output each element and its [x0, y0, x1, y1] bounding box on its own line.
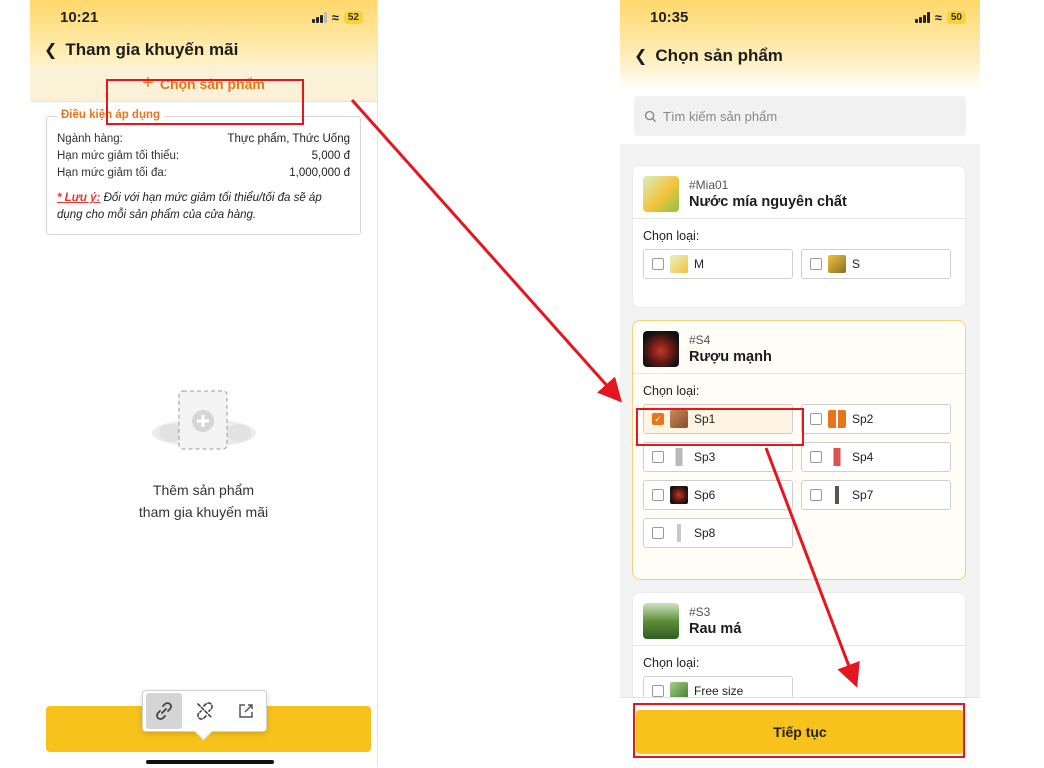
- nav-bar: ❮ Tham gia khuyến mãi: [30, 34, 377, 66]
- product-thumbnail: [643, 331, 679, 367]
- open-external-icon[interactable]: [228, 693, 264, 729]
- variant-option[interactable]: Sp8: [643, 518, 793, 548]
- search-placeholder: Tìm kiếm sản phẩm: [663, 108, 778, 124]
- variant-thumbnail: [828, 255, 846, 273]
- empty-state-line1: Thêm sản phẩm: [152, 482, 255, 498]
- product-code: #Mia01: [689, 178, 729, 192]
- checkbox[interactable]: [810, 258, 822, 270]
- variant-option[interactable]: Sp4: [801, 442, 951, 472]
- variant-thumbnail: [828, 448, 846, 466]
- battery-indicator: 50: [946, 10, 966, 24]
- checkbox[interactable]: [652, 258, 664, 270]
- variant-name: Sp4: [852, 450, 874, 464]
- product-name: Rượu mạnh: [689, 349, 772, 365]
- product-thumbnail: [643, 176, 679, 212]
- right-header: 10:35 ≈ 50 ❮ Chọn sản phẩm: [620, 0, 980, 90]
- condition-label: Ngành hàng:: [57, 133, 123, 145]
- wifi-icon: ≈: [331, 9, 339, 25]
- status-time: 10:21: [60, 8, 99, 26]
- arrow-to-product-list: [350, 99, 622, 403]
- checkbox[interactable]: [810, 413, 822, 425]
- variant-thumbnail: [670, 486, 688, 504]
- right-phone-screen: 10:35 ≈ 50 ❮ Chọn sản phẩm Tìm kiếm sản …: [620, 0, 980, 768]
- variant-label: Chọn loại:: [643, 656, 700, 670]
- checkbox[interactable]: [652, 527, 664, 539]
- unlink-icon[interactable]: [187, 693, 223, 729]
- condition-value: 5,000 đ: [311, 150, 350, 162]
- link-popover: [142, 690, 267, 732]
- variant-name: S: [852, 257, 861, 271]
- search-icon: [644, 110, 657, 122]
- product-name: Nước mía nguyên chất: [689, 194, 847, 210]
- variant-option[interactable]: Sp6: [643, 480, 793, 510]
- highlight-choose-product: [106, 79, 304, 125]
- condition-row: Hạn mức giảm tối thiểu: 5,000 đ: [57, 148, 350, 165]
- note-label: * Lưu ý:: [57, 192, 101, 204]
- status-bar: 10:21 ≈ 52: [30, 0, 377, 34]
- variant-name: Free size: [694, 684, 744, 698]
- variant-thumbnail: [670, 524, 688, 542]
- variant-thumbnail: [828, 486, 846, 504]
- product-code: #S3: [689, 605, 711, 619]
- variant-thumbnail: [670, 448, 688, 466]
- signal-icon: [311, 11, 327, 23]
- highlight-variant-sp1: [636, 408, 804, 446]
- condition-value: 1,000,000 đ: [289, 167, 350, 179]
- checkbox[interactable]: [652, 451, 664, 463]
- condition-label: Hạn mức giảm tối thiểu:: [57, 150, 180, 162]
- signal-icon: [914, 11, 930, 23]
- checkbox[interactable]: [810, 489, 822, 501]
- link-icon[interactable]: [145, 693, 182, 729]
- status-time: 10:35: [650, 8, 689, 26]
- checkbox[interactable]: [652, 489, 664, 501]
- back-chevron-icon[interactable]: ❮: [634, 46, 647, 66]
- empty-state: Thêm sản phẩm tham gia khuyến mãi: [30, 385, 377, 523]
- back-chevron-icon[interactable]: ❮: [44, 40, 57, 60]
- variant-name: Sp2: [852, 412, 874, 426]
- left-header: 10:21 ≈ 52 ❮ Tham gia khuyến mãi: [30, 0, 377, 66]
- nav-bar: ❮ Chọn sản phẩm: [620, 40, 980, 72]
- search-input[interactable]: Tìm kiếm sản phẩm: [634, 96, 966, 136]
- highlight-continue: [633, 703, 965, 758]
- variant-option[interactable]: S: [801, 249, 951, 279]
- variant-label: Chọn loại:: [643, 229, 700, 243]
- wifi-icon: ≈: [934, 9, 942, 25]
- page-title: Tham gia khuyến mãi: [65, 40, 239, 59]
- variant-label: Chọn loại:: [643, 384, 700, 398]
- product-code: #S4: [689, 333, 711, 347]
- condition-row: Ngành hàng: Thực phẩm, Thức Uống: [57, 131, 350, 148]
- product-card: #S4 Rượu mạnh Chọn loại: ✓ Sp1 Sp2 Sp3 Sp…: [632, 320, 966, 580]
- variant-option[interactable]: Sp7: [801, 480, 951, 510]
- variant-name: Sp7: [852, 488, 874, 502]
- status-bar: 10:35 ≈ 50: [620, 0, 980, 34]
- page-title: Chọn sản phẩm: [655, 46, 783, 65]
- checkbox[interactable]: [810, 451, 822, 463]
- variant-name: M: [694, 257, 704, 271]
- variant-thumbnail: [828, 410, 846, 428]
- conditions-note: * Lưu ý: Đối với hạn mức giảm tối thiểu/…: [57, 190, 350, 224]
- variant-option[interactable]: Sp2: [801, 404, 951, 434]
- variant-name: Sp8: [694, 526, 716, 540]
- checkbox[interactable]: [652, 685, 664, 697]
- condition-row: Hạn mức giảm tối đa: 1,000,000 đ: [57, 165, 350, 182]
- condition-label: Hạn mức giảm tối đa:: [57, 167, 167, 179]
- variant-name: Sp3: [694, 450, 716, 464]
- battery-indicator: 52: [343, 10, 363, 24]
- variant-name: Sp6: [694, 488, 716, 502]
- variant-option[interactable]: M: [643, 249, 793, 279]
- product-card: #Mia01 Nước mía nguyên chất Chọn loại: M…: [632, 165, 966, 308]
- add-product-illustration-icon: [149, 385, 259, 465]
- product-thumbnail: [643, 603, 679, 639]
- variant-option[interactable]: Sp3: [643, 442, 793, 472]
- condition-value: Thực phẩm, Thức Uống: [227, 133, 350, 145]
- product-name: Rau má: [689, 621, 742, 637]
- empty-state-line2: tham gia khuyến mãi: [138, 504, 269, 520]
- search-area: Tìm kiếm sản phẩm: [620, 90, 980, 144]
- home-indicator: [146, 760, 274, 764]
- variant-thumbnail: [670, 255, 688, 273]
- conditions-box: Điều kiện áp dụng Ngành hàng: Thực phẩm,…: [46, 109, 361, 235]
